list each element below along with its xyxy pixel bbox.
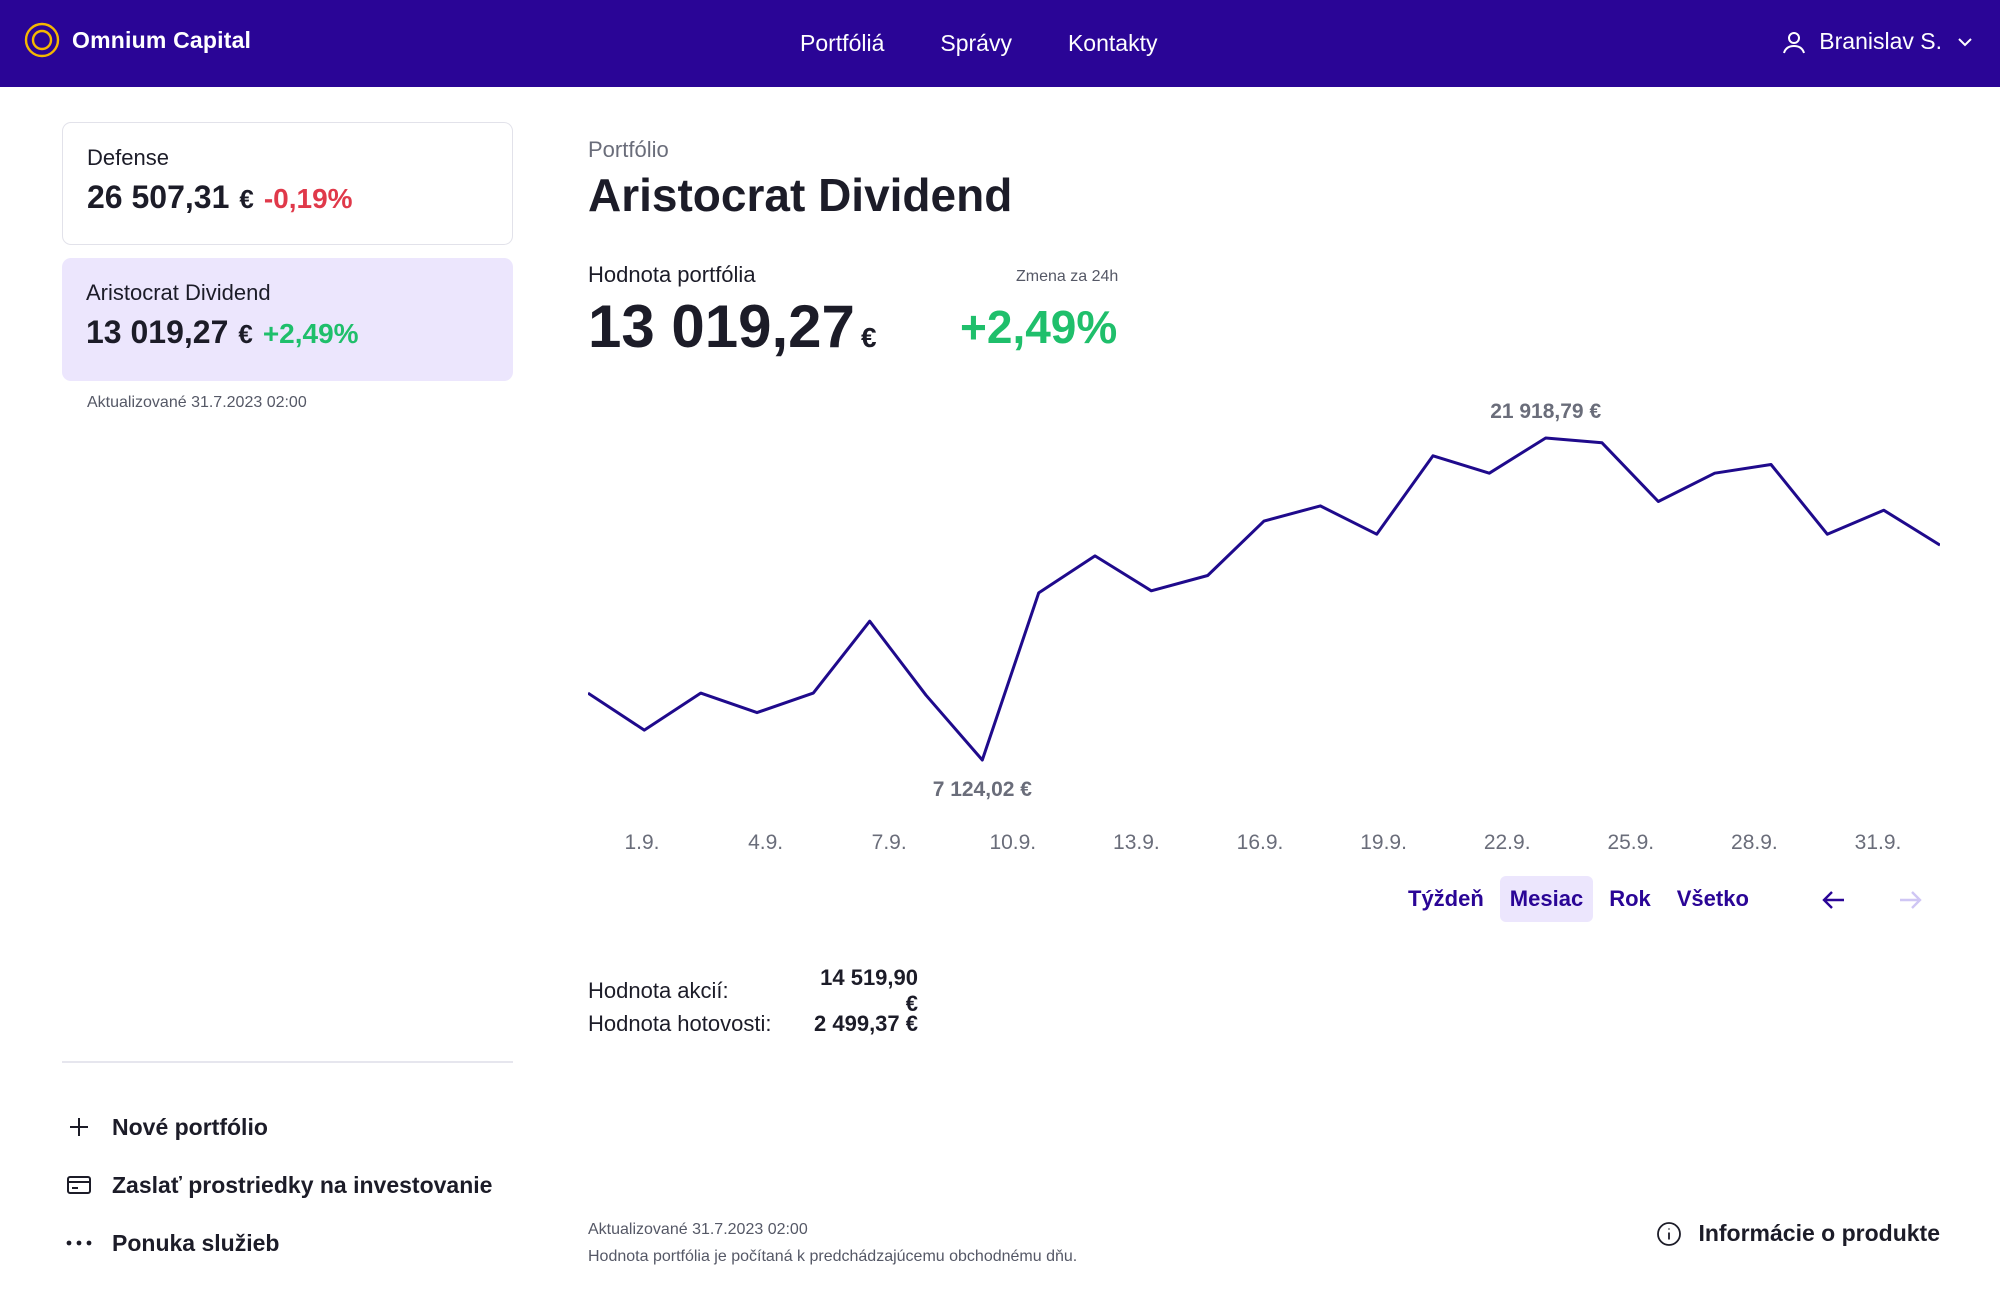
footer-disclaimer: Hodnota portfólia je počítaná k predchád… [588, 1248, 1078, 1265]
stat-value: 14 519,90 € [820, 964, 918, 1016]
services-offer-button[interactable]: Ponuka služieb [62, 1214, 492, 1272]
range-selector: Týždeň Mesiac Rok Všetko [1398, 876, 1759, 922]
max-value-label: 21 918,79 € [1490, 400, 1601, 423]
period-navigation [1818, 884, 1926, 916]
nav-item-contacts[interactable]: Kontakty [1068, 30, 1158, 57]
send-funds-label: Zaslať prostriedky na investovanie [112, 1171, 493, 1198]
range-all[interactable]: Všetko [1667, 876, 1759, 922]
nav-item-portfolios[interactable]: Portfóliá [800, 30, 884, 57]
page-title: Aristocrat Dividend [588, 169, 1013, 221]
portfolio-change: +2,49% [262, 318, 359, 349]
change-24h-label: Zmena za 24h [1016, 268, 1119, 285]
portfolio-value-row: 13 019,27 € +2,49% [86, 314, 489, 351]
portfolio-sidebar: Defense 26 507,31 € -0,19% Aristocrat Di… [62, 122, 513, 412]
portfolio-stats: Hodnota akcií: 14 519,90 € Hodnota hotov… [588, 965, 918, 1040]
chevron-down-icon [1958, 37, 1972, 46]
top-navigation-bar: Omnium Capital Portfóliá Správy Kontakty… [0, 0, 2000, 87]
range-month[interactable]: Mesiac [1499, 876, 1594, 922]
portfolio-value-label: Hodnota portfólia [588, 262, 756, 287]
footer-updated: Aktualizované 31.7.2023 02:00 [588, 1221, 808, 1238]
user-menu[interactable]: Branislav S. [1781, 28, 1976, 55]
info-icon [1657, 1221, 1682, 1246]
x-tick-label: 22.9. [1484, 831, 1531, 854]
x-tick-label: 4.9. [748, 831, 783, 854]
portfolio-currency: € [238, 319, 253, 349]
arrow-left-icon[interactable] [1818, 884, 1850, 916]
x-tick-label: 31.9. [1855, 831, 1902, 854]
min-value-label: 7 124,02 € [933, 778, 1033, 801]
nav-item-reports[interactable]: Správy [940, 30, 1012, 57]
stat-value: 2 499,37 € [814, 1010, 918, 1036]
user-icon [1783, 31, 1806, 53]
portfolio-name: Aristocrat Dividend [86, 280, 271, 305]
range-week[interactable]: Týždeň [1398, 876, 1494, 922]
portfolio-value-chart: 21 918,79 € 7 124,02 € 1.9. 4.9. 7.9. 10.9.… [588, 400, 1940, 854]
portfolio-card-defense[interactable]: Defense 26 507,31 € -0,19% [62, 122, 513, 245]
portfolio-currency: € [239, 184, 254, 214]
x-tick-label: 13.9. [1113, 831, 1160, 854]
arrow-right-icon[interactable] [1894, 884, 1926, 916]
brand-name: Omnium Capital [72, 26, 252, 53]
sidebar-updated-timestamp: Aktualizované 31.7.2023 02:00 [87, 394, 307, 411]
portfolio-value-display: 13 019,27 € [588, 292, 877, 361]
portfolio-value-currency: € [860, 322, 877, 353]
portfolio-value: 26 507,31 [87, 179, 230, 215]
new-portfolio-label: Nové portfólio [112, 1113, 268, 1140]
x-tick-label: 25.9. [1607, 831, 1654, 854]
x-tick-label: 7.9. [872, 831, 907, 854]
product-info-label: Informácie o produkte [1698, 1220, 1940, 1246]
stat-label: Hodnota hotovosti: [588, 1010, 772, 1036]
send-funds-button[interactable]: Zaslať prostriedky na investovanie [62, 1156, 492, 1214]
main-nav: Portfóliá Správy Kontakty [800, 30, 1157, 57]
stat-row-cash: Hodnota hotovosti: 2 499,37 € [588, 1007, 918, 1040]
portfolio-value-row: 26 507,31 € -0,19% [87, 179, 488, 216]
series-line [588, 436, 1940, 762]
sidebar-actions: Nové portfólio Zaslať prostriedky na inv… [62, 1098, 492, 1272]
product-info-link[interactable]: Informácie o produkte [1656, 1220, 1940, 1247]
x-tick-label: 1.9. [624, 831, 659, 854]
x-tick-label: 19.9. [1360, 831, 1407, 854]
portfolio-name: Defense [87, 145, 169, 170]
brand-logo-icon [24, 22, 60, 58]
portfolio-card-aristocrat-dividend[interactable]: Aristocrat Dividend 13 019,27 € +2,49% [62, 258, 513, 381]
change-24h-value: +2,49% [960, 301, 1118, 353]
card-icon [62, 1174, 96, 1196]
portfolio-value: 13 019,27 [86, 314, 229, 350]
brand-logo[interactable]: Omnium Capital [24, 22, 251, 58]
user-name: Branislav S. [1819, 28, 1942, 54]
x-tick-label: 10.9. [989, 831, 1036, 854]
services-offer-label: Ponuka služieb [112, 1229, 280, 1256]
range-year[interactable]: Rok [1599, 876, 1661, 922]
footer-note: Aktualizované 31.7.2023 02:00 Hodnota po… [588, 1216, 1077, 1270]
stat-label: Hodnota akcií: [588, 977, 729, 1003]
more-dots-icon [62, 1239, 96, 1247]
stat-row-stocks: Hodnota akcií: 14 519,90 € [588, 965, 918, 1016]
x-axis-ticks: 1.9. 4.9. 7.9. 10.9. 13.9. 16.9. 19.9. 22.9. 25.… [624, 831, 1901, 854]
breadcrumb: Portfólio [588, 137, 669, 162]
x-tick-label: 16.9. [1237, 831, 1284, 854]
x-tick-label: 28.9. [1731, 831, 1778, 854]
portfolio-value-amount: 13 019,27 [588, 293, 855, 360]
plus-icon [62, 1115, 96, 1139]
portfolio-change: -0,19% [263, 183, 353, 214]
new-portfolio-button[interactable]: Nové portfólio [62, 1098, 492, 1156]
sidebar-divider [62, 1061, 513, 1063]
